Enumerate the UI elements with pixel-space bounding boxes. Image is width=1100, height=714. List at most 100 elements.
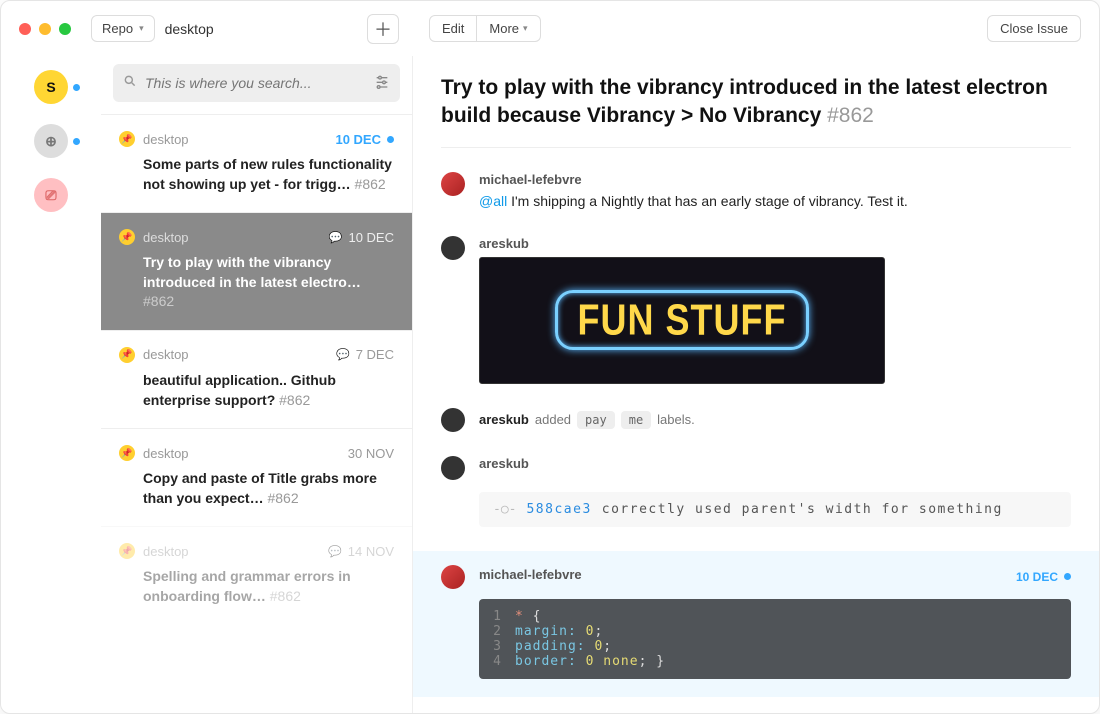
comment-icon: 💬 — [328, 545, 342, 558]
highlighted-comment: michael-lefebvre 10 DEC 1* {2 margin: 0;… — [413, 551, 1099, 697]
repo-label: desktop — [143, 544, 189, 559]
label-chip[interactable]: pay — [577, 411, 615, 429]
commit-reference[interactable]: -○- 588cae3 correctly used parent's widt… — [479, 492, 1071, 527]
issue-date: 10 DEC — [335, 132, 394, 147]
issue-date: 💬7 DEC — [336, 347, 394, 362]
new-issue-button[interactable]: ＋ — [367, 14, 399, 44]
repo-label: desktop — [143, 230, 189, 245]
zoom-window-dot[interactable] — [59, 23, 71, 35]
avatar[interactable] — [441, 456, 465, 480]
issue-number: #862 — [143, 293, 174, 309]
unread-dot-icon — [387, 136, 394, 143]
issue-number: #862 — [270, 588, 301, 604]
repo-label: desktop — [143, 347, 189, 362]
attached-image[interactable]: FUN STUFF — [479, 257, 885, 384]
workspace-item[interactable]: ⎚ — [34, 178, 68, 212]
workspace-item[interactable]: ⊕ — [34, 124, 68, 158]
repo-filter-value: desktop — [165, 21, 214, 37]
workspace-avatar: ⎚ — [34, 178, 68, 212]
issue-title: Spelling and grammar errors in onboardin… — [119, 567, 394, 606]
minimize-window-dot[interactable] — [39, 23, 51, 35]
line-number: 1 — [479, 609, 515, 624]
plus-icon: ＋ — [374, 16, 392, 42]
comment-author: areskub — [479, 456, 1071, 471]
mention[interactable]: @all — [479, 193, 507, 209]
filter-settings-icon[interactable] — [374, 73, 390, 94]
comment: michael-lefebvre @all I'm shipping a Nig… — [441, 172, 1071, 212]
more-button[interactable]: More ▾ — [477, 15, 540, 42]
avatar[interactable] — [441, 236, 465, 260]
workspace-item[interactable]: S — [34, 70, 68, 104]
comment-author: michael-lefebvre — [479, 172, 1071, 187]
issue-detail-pane[interactable]: Try to play with the vibrancy introduced… — [413, 56, 1099, 713]
issue-date: 💬14 NOV — [328, 544, 394, 559]
issue-number: #862 — [279, 392, 310, 408]
line-number: 2 — [479, 624, 515, 639]
traffic-lights — [19, 23, 71, 35]
avatar[interactable] — [441, 172, 465, 196]
workspace-avatar: ⊕ — [34, 124, 68, 158]
search-box[interactable] — [113, 64, 400, 102]
label-event: areskub added pay me labels. — [441, 408, 1071, 432]
issue-card[interactable]: 📌 desktop 30 NOV Copy and paste of Title… — [101, 428, 412, 526]
issue-title: Copy and paste of Title grabs more than … — [119, 469, 394, 508]
search-icon — [123, 74, 137, 93]
avatar[interactable] — [441, 565, 465, 589]
divider — [441, 147, 1071, 148]
commit-icon: -○- — [493, 502, 516, 517]
app-window: Repo ▾ desktop ＋ Edit More ▾ Close Issue… — [0, 0, 1100, 714]
pin-icon: 📌 — [119, 347, 135, 363]
issue-card[interactable]: 📌 desktop 💬10 DEC Try to play with the v… — [101, 212, 412, 330]
comment-text: @all I'm shipping a Nightly that has an … — [479, 191, 1071, 212]
code-block: 1* {2 margin: 0;3 padding: 0;4 border: 0… — [479, 599, 1071, 679]
issue-date: 30 NOV — [348, 446, 394, 461]
event-author: areskub — [479, 412, 529, 427]
issue-title: Try to play with the vibrancy introduced… — [441, 74, 1071, 131]
notification-dot-icon — [73, 138, 80, 145]
issue-title: Try to play with the vibrancy introduced… — [119, 253, 394, 312]
pin-icon: 📌 — [119, 543, 135, 559]
comment-author: michael-lefebvre — [479, 567, 582, 582]
workspace-avatar: S — [34, 70, 68, 104]
edit-button[interactable]: Edit — [429, 15, 477, 42]
comment-date: 10 DEC — [1016, 570, 1071, 584]
issue-list-pane: 📌 desktop 10 DEC Some parts of new rules… — [101, 56, 413, 713]
search-input[interactable] — [145, 75, 366, 91]
issue-card[interactable]: 📌 desktop 💬7 DEC beautiful application..… — [101, 330, 412, 428]
repo-filter-dropdown[interactable]: Repo ▾ — [91, 15, 155, 42]
close-issue-button[interactable]: Close Issue — [987, 15, 1081, 42]
issue-number: #862 — [267, 490, 298, 506]
repo-label: desktop — [143, 446, 189, 461]
pin-icon: 📌 — [119, 229, 135, 245]
notification-dot-icon — [73, 84, 80, 91]
comment-icon: 💬 — [329, 231, 343, 244]
issue-title: Some parts of new rules functionality no… — [119, 155, 394, 194]
issue-card[interactable]: 📌 desktop 💬14 NOV Spelling and grammar e… — [101, 526, 412, 624]
compose-row — [441, 703, 1071, 713]
chevron-down-icon: ▾ — [139, 23, 144, 34]
pin-icon: 📌 — [119, 131, 135, 147]
issue-title: beautiful application.. Github enterpris… — [119, 371, 394, 410]
comment-icon: 💬 — [336, 348, 350, 361]
line-number: 4 — [479, 654, 515, 669]
close-window-dot[interactable] — [19, 23, 31, 35]
commit-message: correctly used parent's width for someth… — [602, 502, 1003, 517]
repo-label: desktop — [143, 132, 189, 147]
avatar[interactable] — [441, 408, 465, 432]
neon-sign: FUN STUFF — [555, 290, 810, 350]
titlebar: Repo ▾ desktop ＋ Edit More ▾ Close Issue — [1, 1, 1099, 56]
label-chip[interactable]: me — [621, 411, 651, 429]
unread-dot-icon — [1064, 573, 1071, 580]
issue-actions-group: Edit More ▾ — [429, 15, 541, 42]
issue-card[interactable]: 📌 desktop 10 DEC Some parts of new rules… — [101, 114, 412, 212]
issue-date: 💬10 DEC — [329, 230, 394, 245]
main-content: S ⊕ ⎚ 📌 desktop 10 DEC Some parts of new r… — [1, 56, 1099, 713]
code-line: 4 border: 0 none; } — [479, 654, 1071, 669]
commit-sha: 588cae3 — [526, 502, 591, 517]
comment: areskub — [441, 456, 1071, 480]
code-line: 3 padding: 0; — [479, 639, 1071, 654]
line-number: 3 — [479, 639, 515, 654]
code-line: 2 margin: 0; — [479, 624, 1071, 639]
issue-cards[interactable]: 📌 desktop 10 DEC Some parts of new rules… — [101, 114, 412, 713]
comment: areskub FUN STUFF — [441, 236, 1071, 384]
